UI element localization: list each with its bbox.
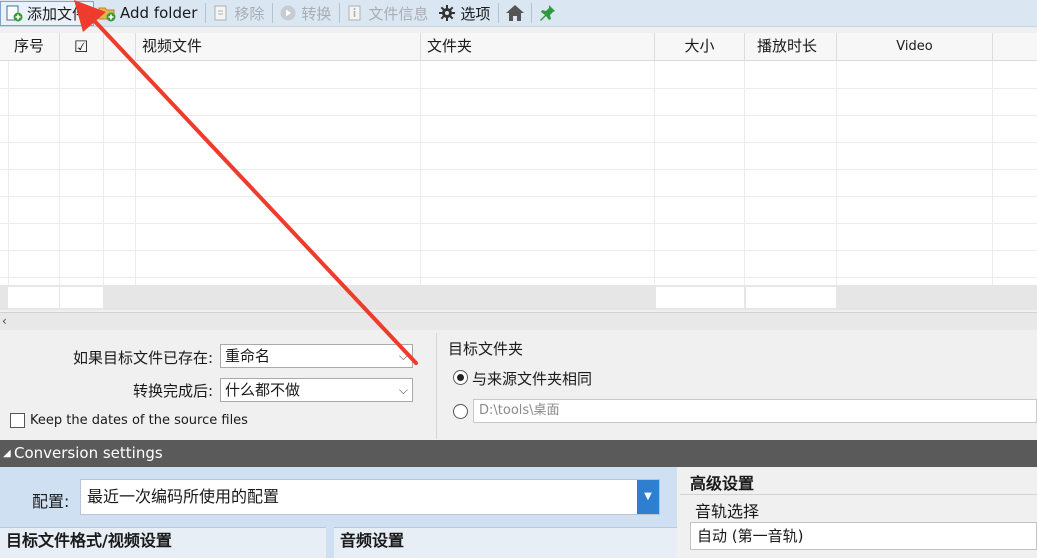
col-size[interactable]: 大小 <box>655 33 745 61</box>
audio-track-value[interactable]: 自动 (第一音轨) <box>690 522 1037 550</box>
custom-folder-radio[interactable] <box>453 404 468 419</box>
grid-body[interactable] <box>0 61 1037 285</box>
panel-divider <box>436 333 437 439</box>
keep-dates-label: Keep the dates of the source files <box>30 413 248 428</box>
grid-summary-row <box>0 285 1037 310</box>
convert-button[interactable]: 转换 <box>275 1 337 26</box>
add-folder-button[interactable]: Add folder <box>94 1 203 26</box>
col-line <box>420 61 421 285</box>
file-info-label: 文件信息 <box>368 4 429 23</box>
toolbar-separator <box>498 3 500 23</box>
play-icon <box>279 4 297 22</box>
after-convert-dropdown[interactable]: 什么都不做 ⌵ <box>220 378 413 402</box>
home-button[interactable] <box>501 1 529 26</box>
audio-track-label: 音轨选择 <box>695 502 760 521</box>
target-folder-title: 目标文件夹 <box>448 340 524 358</box>
summary-cell <box>656 287 744 308</box>
chevron-down-icon: ⌵ <box>398 383 408 397</box>
pin-button[interactable] <box>534 1 562 26</box>
col-folder[interactable]: 文件夹 <box>421 33 655 61</box>
gear-icon <box>438 4 456 22</box>
format-video-settings-header[interactable]: 目标文件格式/视频设置 <box>0 527 326 558</box>
file-info-icon <box>346 4 364 22</box>
row-line <box>0 277 1037 278</box>
toolbar-separator <box>272 3 274 23</box>
col-video[interactable]: Video <box>837 33 993 61</box>
col-video-file[interactable]: 视频文件 <box>136 33 421 61</box>
dropdown-arrow-icon[interactable]: ▼ <box>637 480 659 514</box>
advanced-divider <box>680 494 1037 495</box>
keep-dates-checkbox[interactable] <box>10 413 25 428</box>
row-line <box>0 142 1037 143</box>
col-duration[interactable]: 播放时长 <box>745 33 837 61</box>
after-convert-label: 转换完成后: <box>132 382 213 400</box>
add-file-label: 添加文件 <box>27 4 88 23</box>
same-as-source-radio[interactable] <box>453 370 468 385</box>
col-line <box>59 61 60 285</box>
if-exists-label: 如果目标文件已存在: <box>72 349 213 367</box>
pin-icon <box>538 4 556 22</box>
col-index[interactable]: 序号 <box>0 33 60 61</box>
col-line <box>744 61 745 285</box>
conversion-settings-header[interactable]: ◢ Conversion settings <box>0 440 1037 467</box>
row-line <box>0 115 1037 116</box>
toolbar: 添加文件 Add folder 移除 转换 文件信息 选项 <box>0 0 1037 27</box>
grid-header: 序号 ☑ 视频文件 文件夹 大小 播放时长 Video <box>0 33 1037 61</box>
home-icon <box>505 4 525 22</box>
after-convert-value: 什么都不做 <box>225 381 301 399</box>
if-exists-dropdown[interactable]: 重命名 ⌵ <box>220 344 413 368</box>
conversion-settings-title: Conversion settings <box>14 444 163 462</box>
col-blank <box>104 33 136 61</box>
collapse-triangle-icon[interactable]: ◢ <box>3 440 11 467</box>
add-folder-icon <box>98 4 116 22</box>
output-options-panel: 如果目标文件已存在: 重命名 ⌵ 转换完成后: 什么都不做 ⌵ Keep the… <box>0 333 1037 439</box>
summary-cell <box>746 287 836 308</box>
toolbar-separator <box>339 3 341 23</box>
file-grid[interactable]: 序号 ☑ 视频文件 文件夹 大小 播放时长 Video <box>0 33 1037 285</box>
profile-dropdown[interactable]: 最近一次编码所使用的配置 ▼ <box>80 479 660 515</box>
col-line <box>992 61 993 285</box>
add-file-icon <box>5 4 23 22</box>
advanced-settings-title: 高级设置 <box>690 474 755 493</box>
col-select-all-checkbox[interactable]: ☑ <box>60 33 104 61</box>
convert-label: 转换 <box>301 4 332 23</box>
summary-cell <box>8 287 59 308</box>
chevron-down-icon: ⌵ <box>398 349 408 363</box>
audio-settings-header[interactable]: 音频设置 <box>334 527 677 558</box>
row-line <box>0 88 1037 89</box>
row-line <box>0 223 1037 224</box>
col-line <box>103 61 104 285</box>
if-exists-value: 重命名 <box>225 347 271 365</box>
col-line <box>654 61 655 285</box>
options-button[interactable]: 选项 <box>434 1 496 26</box>
remove-icon <box>212 4 230 22</box>
row-line <box>0 250 1037 251</box>
file-info-button[interactable]: 文件信息 <box>342 1 434 26</box>
summary-cell <box>60 287 103 308</box>
toolbar-separator <box>205 3 207 23</box>
col-line <box>135 61 136 285</box>
remove-button[interactable]: 移除 <box>208 1 270 26</box>
row-line <box>0 196 1037 197</box>
scroll-left-icon[interactable]: ‹ <box>2 313 7 329</box>
col-line <box>836 61 837 285</box>
profile-label: 配置: <box>32 492 70 511</box>
profile-value: 最近一次编码所使用的配置 <box>87 487 280 506</box>
add-folder-label: Add folder <box>120 4 198 22</box>
same-as-source-label: 与来源文件夹相同 <box>472 370 593 388</box>
horizontal-scrollbar[interactable]: ‹ <box>0 312 1037 330</box>
remove-label: 移除 <box>234 4 265 23</box>
row-line <box>0 169 1037 170</box>
col-line <box>8 61 9 285</box>
options-label: 选项 <box>460 4 491 23</box>
toolbar-separator <box>531 3 533 23</box>
custom-folder-path-input[interactable]: D:\tools\桌面 <box>473 399 1037 423</box>
add-file-button[interactable]: 添加文件 <box>0 0 95 26</box>
